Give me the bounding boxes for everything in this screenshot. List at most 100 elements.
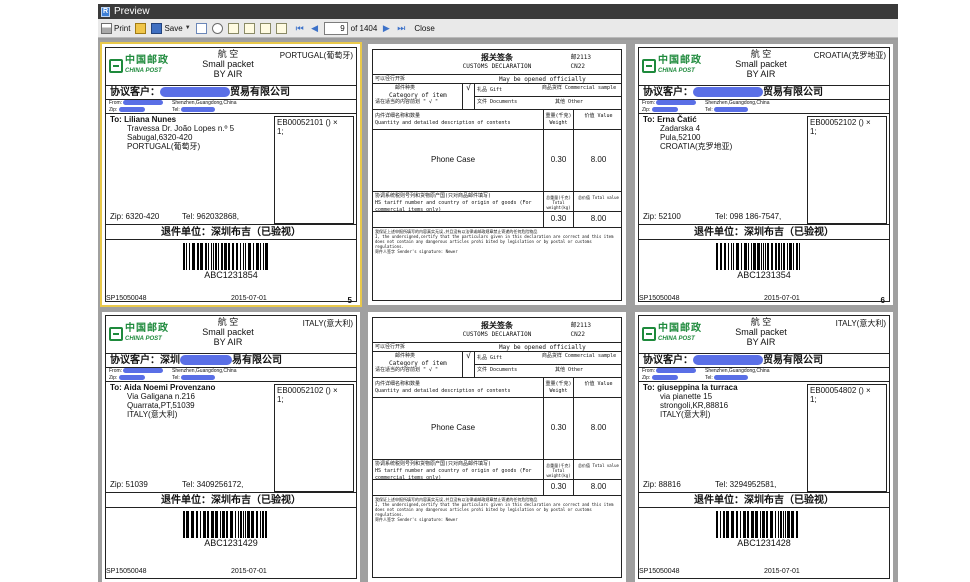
totals-row: 0.30 8.00 xyxy=(373,212,621,228)
zoom-button[interactable] xyxy=(275,21,288,36)
shipping-label-page[interactable]: 中国邮政 CHINA POST 航 空 Small packet BY AIR P… xyxy=(100,42,362,307)
recipient-area: To: Aida Noemi Provenzano Via Galigana n… xyxy=(106,382,356,493)
customs-declaration-page[interactable]: 报关签条 CUSTOMS DECLARATION 邮2113 CN22 可以径行开… xyxy=(368,44,626,305)
tel-small-label: Tel: xyxy=(172,107,180,113)
barcode-text: ABC1231429 xyxy=(204,538,258,548)
last-page-icon: ⏭ xyxy=(397,22,406,33)
open-button[interactable] xyxy=(134,21,147,36)
row-divider xyxy=(475,96,621,97)
contents-header-row: 内件详细名称和数量 Quantity and detailed descript… xyxy=(373,378,621,398)
from-label: From: xyxy=(642,100,656,106)
tracking-box: EB00052102 () × 1; xyxy=(274,384,354,492)
cn22-line1: 邮2113 xyxy=(570,322,591,329)
recipient-line1: Via Galigana n.216 xyxy=(127,392,195,401)
airmail-cn: 航 空 xyxy=(750,317,772,327)
barcode-area: ABC1231354 xyxy=(639,240,889,280)
print-button[interactable]: Print xyxy=(100,21,131,36)
label-header: 中国邮政 CHINA POST 航 空 Small packet BY AIR I… xyxy=(639,316,889,354)
label-footer: SP15050048 2015-07-01 xyxy=(637,567,891,578)
label-footer: SP15050048 2015-07-01 5 xyxy=(104,294,358,305)
shipping-label-page[interactable]: 中国邮政 CHINA POST 航 空 Small packet BY AIR I… xyxy=(635,312,893,582)
gift-option: 礼品 Gift xyxy=(477,355,503,361)
sp-code: SP15050048 xyxy=(639,568,680,575)
cn22-line2: CN22 xyxy=(570,63,585,70)
single-page-button[interactable] xyxy=(227,21,240,36)
category-en: Category of item xyxy=(389,92,447,99)
customer-row: 协议客户： 贸易有限公司 xyxy=(639,354,889,368)
sender-row: From: Zip: Shenzhen,Guangdong,China Tel: xyxy=(639,368,889,382)
label-header: 中国邮政 CHINA POST 航 空 Small packet BY AIR C… xyxy=(639,48,889,86)
recipient-line2: Pula,52100 xyxy=(660,133,701,142)
redaction-mark xyxy=(160,87,230,98)
sender-row: From: Zip: Shenzhen,Guangdong,China Tel: xyxy=(106,100,356,114)
sp-code: SP15050048 xyxy=(106,568,147,575)
floppy-disk-icon xyxy=(151,22,163,34)
open-en: May be opened officially xyxy=(499,344,586,351)
print-label: Print xyxy=(114,23,131,33)
find-button[interactable] xyxy=(211,21,224,36)
window-title: Preview xyxy=(114,6,150,17)
last-page-button[interactable]: ⏭ xyxy=(395,21,407,36)
customs-declaration: 报关签条 CUSTOMS DECLARATION 邮2113 CN22 可以径行开… xyxy=(372,317,622,578)
sender-signature: 寄件人签字 Sender's signature: Newer xyxy=(375,249,458,254)
hs-text: 协调系统税则号列和货物原产国(只对商品邮件填写) HS tariff number… xyxy=(375,461,539,482)
contents-header-row: 内件详细名称和数量 Quantity and detailed descript… xyxy=(373,110,621,130)
documents-option: 文件 Documents xyxy=(477,99,518,105)
to-label: To: xyxy=(643,383,655,392)
sample-option: 商品货样 Commercial sample xyxy=(541,85,617,91)
customs-header: 报关签条 CUSTOMS DECLARATION 邮2113 CN22 xyxy=(373,50,621,75)
sp-code: SP15050048 xyxy=(639,295,680,302)
chevron-down-icon[interactable]: ▼ xyxy=(185,25,191,31)
prev-page-button[interactable]: ◀ xyxy=(309,21,321,36)
from-label: From: xyxy=(642,368,656,374)
first-page-button[interactable]: ⏮ xyxy=(294,21,306,36)
label-footer: SP15050048 2015-07-01 6 xyxy=(637,294,891,305)
recipient-info: To: Erna Čatić Zadarska 4 Pula,52100 CRO… xyxy=(643,115,732,151)
save-button[interactable]: Save ▼ xyxy=(150,21,191,36)
category-cn: 邮件种类 xyxy=(395,353,416,359)
redaction-mark xyxy=(651,375,678,381)
china-post-logo: 中国邮政 CHINA POST xyxy=(642,56,702,76)
total-value-header: 总价值 Total value xyxy=(573,460,623,479)
total-weight: 0.30 xyxy=(543,212,573,227)
shipping-label-page[interactable]: 中国邮政 CHINA POST 航 空 Small packet BY AIR C… xyxy=(635,44,893,305)
two-pages-button[interactable] xyxy=(243,21,256,36)
item-value: 8.00 xyxy=(573,398,623,459)
multi-page-button[interactable] xyxy=(259,21,272,36)
declaration-text: 我保证上述申报所填写的内容真实无误,并且没有以法律或邮政规章禁止寄递的任何危险物… xyxy=(373,496,621,523)
barcode-text: ABC1231428 xyxy=(737,538,791,548)
recipient-tel: Tel: 3294952581, xyxy=(715,480,777,489)
redaction-mark xyxy=(651,107,678,113)
category-row: 邮件种类 Category of item 请在适当的内容前划 " √ " √ … xyxy=(373,352,621,378)
sender-row: From: Zip: Shenzhen,Guangdong,China Tel: xyxy=(106,368,356,382)
recipient-line3: ITALY(意大利) xyxy=(660,410,711,419)
recipient-info: To: giuseppina la turraca via pianette 1… xyxy=(643,383,738,419)
recipient-line3: CROATIA(克罗地亚) xyxy=(660,142,733,151)
china-post-logo: 中国邮政 CHINA POST xyxy=(109,324,169,344)
barcode xyxy=(183,243,269,270)
next-page-icon: ▶ xyxy=(382,22,390,33)
email-button[interactable] xyxy=(195,21,208,36)
shipping-label: 中国邮政 CHINA POST 航 空 Small packet BY AIR I… xyxy=(105,315,357,579)
shipping-label-page[interactable]: 中国邮政 CHINA POST 航 空 Small packet BY AIR I… xyxy=(102,312,360,582)
open-row: 可以径行开拆 May be opened officially xyxy=(373,343,621,352)
recipient-tel: Tel: 098 186-7547, xyxy=(715,212,782,221)
redaction-mark xyxy=(693,355,763,366)
zip-small-label: Zip: xyxy=(109,375,118,381)
zoom-page-icon xyxy=(275,22,287,34)
next-page-button[interactable]: ▶ xyxy=(380,21,392,36)
tracking-number: EB00052101 () × xyxy=(277,118,338,127)
multi-page-icon xyxy=(259,22,271,34)
page-canvas[interactable]: 中国邮政 CHINA POST 航 空 Small packet BY AIR P… xyxy=(98,40,898,582)
page-number-input[interactable]: 9 xyxy=(323,21,348,35)
title-bar: R Preview xyxy=(98,4,898,19)
customer-row: 协议客户：深圳 易有限公司 xyxy=(106,354,356,368)
recipient-tel: Tel: 3409256172, xyxy=(182,480,244,489)
customs-declaration-page[interactable]: 报关签条 CUSTOMS DECLARATION 邮2113 CN22 可以径行开… xyxy=(368,312,626,582)
folder-open-icon xyxy=(135,22,147,34)
logo-en: CHINA POST xyxy=(125,336,162,342)
label-date: 2015-07-01 xyxy=(231,568,267,575)
label-date: 2015-07-01 xyxy=(764,295,800,302)
close-button[interactable]: Close xyxy=(413,21,435,36)
open-cn: 可以径行开拆 xyxy=(375,76,406,82)
